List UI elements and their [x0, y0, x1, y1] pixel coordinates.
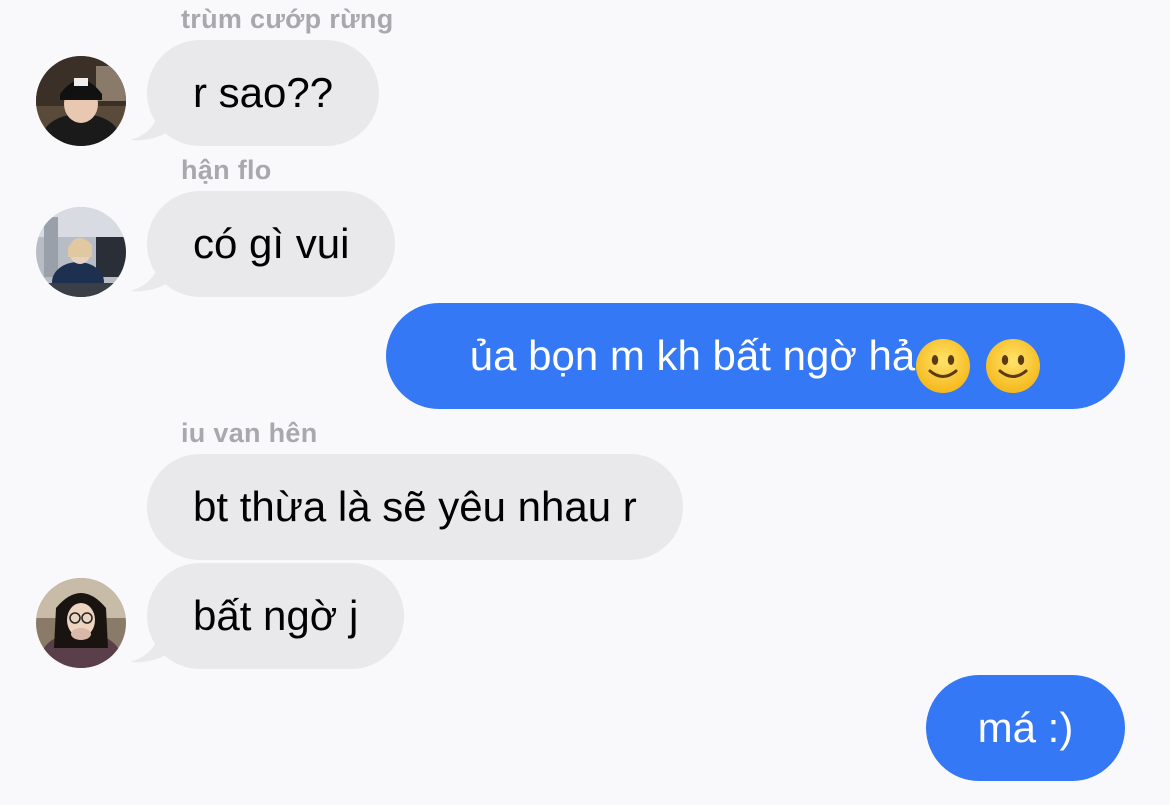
message-bubble[interactable]: có gì vui: [147, 191, 396, 297]
message-text: ủa bọn m kh bất ngờ hả: [469, 332, 916, 379]
message-bubble-outgoing[interactable]: má :): [926, 675, 1125, 781]
message-bubble[interactable]: bt thừa là sẽ yêu nhau r: [147, 454, 683, 560]
slightly-smiling-face-icon: [915, 327, 971, 393]
message-text: r sao??: [193, 69, 334, 116]
user-avatar-icon[interactable]: [36, 578, 126, 668]
message-bubble-outgoing[interactable]: ủa bọn m kh bất ngờ hả: [386, 303, 1125, 409]
message-text: có gì vui: [193, 220, 350, 267]
user-avatar-icon[interactable]: [36, 207, 126, 297]
message-text: má :): [977, 704, 1074, 751]
message-thread: trùm cướp rừng r sao?? hận flo có gì vui…: [0, 0, 1170, 805]
sender-name: trùm cướp rừng: [181, 4, 394, 34]
sender-name: iu van hên: [181, 418, 318, 448]
message-bubble[interactable]: r sao??: [147, 40, 380, 146]
message-text: bất ngờ j: [193, 592, 359, 639]
message-text: bt thừa là sẽ yêu nhau r: [193, 483, 637, 530]
message-bubble[interactable]: bất ngờ j: [147, 563, 405, 669]
slightly-smiling-face-icon: [985, 327, 1041, 393]
sender-name: hận flo: [181, 155, 272, 185]
user-avatar-icon[interactable]: [36, 56, 126, 146]
